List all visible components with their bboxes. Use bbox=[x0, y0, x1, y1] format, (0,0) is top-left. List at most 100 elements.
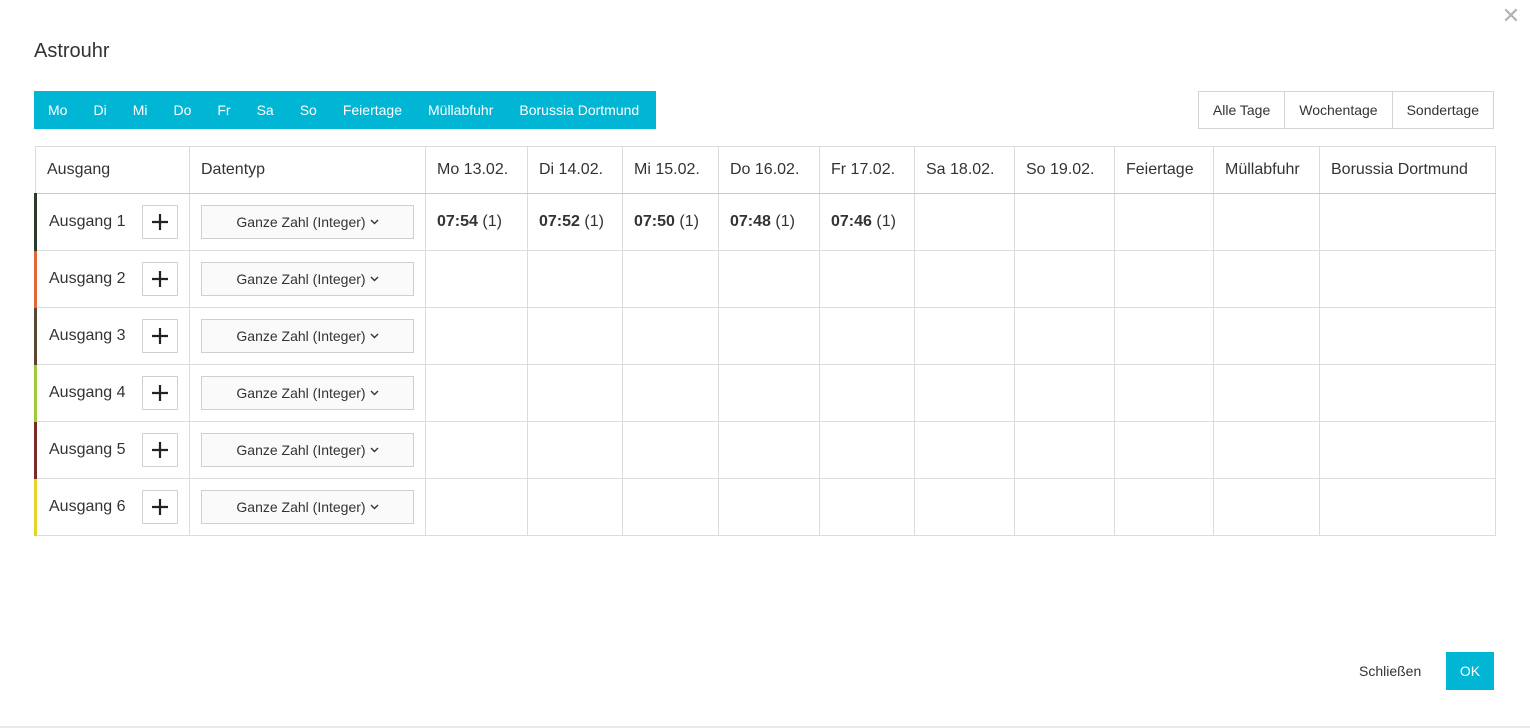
day-tab[interactable]: So bbox=[287, 91, 330, 129]
schedule-cell[interactable] bbox=[622, 250, 719, 308]
schedule-cell[interactable] bbox=[819, 421, 915, 479]
add-entry-button[interactable] bbox=[142, 319, 178, 353]
schedule-cell[interactable] bbox=[1319, 421, 1496, 479]
output-cell: Ausgang 5 bbox=[34, 421, 190, 479]
schedule-cell[interactable] bbox=[1213, 307, 1320, 365]
special-days-button[interactable]: Sondertage bbox=[1391, 92, 1493, 128]
schedule-cell[interactable] bbox=[1213, 421, 1320, 479]
add-entry-button[interactable] bbox=[142, 433, 178, 467]
schedule-cell[interactable] bbox=[1014, 193, 1115, 251]
schedule-cell[interactable] bbox=[914, 250, 1015, 308]
schedule-cell[interactable] bbox=[622, 307, 719, 365]
close-icon[interactable]: ✕ bbox=[1501, 5, 1521, 27]
day-tab[interactable]: Mo bbox=[35, 91, 80, 129]
schedule-cell[interactable] bbox=[914, 364, 1015, 422]
datatype-select[interactable]: Ganze Zahl (Integer) bbox=[201, 205, 414, 239]
schedule-cell[interactable] bbox=[914, 478, 1015, 536]
schedule-cell[interactable] bbox=[718, 250, 820, 308]
column-header: Ausgang bbox=[35, 146, 190, 194]
schedule-cell[interactable] bbox=[527, 307, 623, 365]
datatype-select[interactable]: Ganze Zahl (Integer) bbox=[201, 319, 414, 353]
schedule-cell[interactable] bbox=[425, 364, 528, 422]
day-tab[interactable]: Müllabfuhr bbox=[415, 91, 506, 129]
datatype-select[interactable]: Ganze Zahl (Integer) bbox=[201, 490, 414, 524]
switch-count: (1) bbox=[482, 213, 502, 230]
schedule-cell[interactable] bbox=[1014, 421, 1115, 479]
datatype-select[interactable]: Ganze Zahl (Integer) bbox=[201, 376, 414, 410]
table-row: Ausgang 4 Ganze Zahl (Integer) bbox=[34, 364, 1496, 422]
all-days-button[interactable]: Alle Tage bbox=[1198, 92, 1285, 128]
schedule-cell[interactable] bbox=[527, 250, 623, 308]
schedule-cell[interactable] bbox=[1319, 250, 1496, 308]
schedule-cell[interactable] bbox=[1014, 307, 1115, 365]
day-tab[interactable]: Borussia Dortmund bbox=[506, 91, 652, 129]
chevron-down-icon bbox=[370, 333, 379, 339]
add-entry-button[interactable] bbox=[142, 262, 178, 296]
weekdays-button[interactable]: Wochentage bbox=[1284, 92, 1392, 128]
day-tab[interactable]: Mi bbox=[120, 91, 161, 129]
day-tab[interactable]: Sa bbox=[244, 91, 287, 129]
day-tab[interactable]: Di bbox=[80, 91, 119, 129]
schedule-cell[interactable] bbox=[1014, 364, 1115, 422]
schedule-cell[interactable] bbox=[1319, 478, 1496, 536]
schedule-cell[interactable] bbox=[819, 250, 915, 308]
schedule-cell[interactable]: 07:46 (1) bbox=[819, 193, 915, 251]
schedule-cell[interactable] bbox=[718, 421, 820, 479]
day-tab[interactable]: Do bbox=[160, 91, 204, 129]
schedule-cell[interactable] bbox=[1114, 250, 1214, 308]
schedule-cell[interactable] bbox=[1319, 193, 1496, 251]
schedule-cell[interactable] bbox=[718, 478, 820, 536]
schedule-cell[interactable]: 07:54 (1) bbox=[425, 193, 528, 251]
schedule-cell[interactable] bbox=[425, 250, 528, 308]
schedule-cell[interactable] bbox=[718, 364, 820, 422]
schedule-cell[interactable]: 07:48 (1) bbox=[718, 193, 820, 251]
ok-button[interactable]: OK bbox=[1446, 652, 1494, 690]
schedule-cell[interactable] bbox=[718, 307, 820, 365]
schedule-cell[interactable] bbox=[527, 421, 623, 479]
schedule-cell[interactable] bbox=[1114, 193, 1214, 251]
add-entry-button[interactable] bbox=[142, 376, 178, 410]
schedule-cell[interactable]: 07:50 (1) bbox=[622, 193, 719, 251]
schedule-cell[interactable] bbox=[527, 478, 623, 536]
schedule-cell[interactable] bbox=[819, 478, 915, 536]
schedule-cell[interactable]: 07:52 (1) bbox=[527, 193, 623, 251]
schedule-cell[interactable] bbox=[622, 364, 719, 422]
plus-icon bbox=[152, 385, 168, 401]
close-button[interactable]: Schließen bbox=[1345, 652, 1435, 690]
datatype-cell: Ganze Zahl (Integer) bbox=[189, 307, 426, 365]
column-header: Müllabfuhr bbox=[1213, 146, 1320, 194]
schedule-cell[interactable] bbox=[622, 478, 719, 536]
schedule-cell[interactable] bbox=[1014, 250, 1115, 308]
schedule-cell[interactable] bbox=[1319, 364, 1496, 422]
schedule-cell[interactable] bbox=[425, 478, 528, 536]
schedule-cell[interactable] bbox=[914, 421, 1015, 479]
schedule-cell[interactable] bbox=[1213, 364, 1320, 422]
chevron-down-icon bbox=[370, 504, 379, 510]
add-entry-button[interactable] bbox=[142, 490, 178, 524]
schedule-cell[interactable] bbox=[1213, 478, 1320, 536]
day-tab[interactable]: Feiertage bbox=[330, 91, 415, 129]
schedule-cell[interactable] bbox=[1114, 307, 1214, 365]
schedule-cell[interactable] bbox=[1319, 307, 1496, 365]
add-entry-button[interactable] bbox=[142, 205, 178, 239]
schedule-cell[interactable] bbox=[1213, 193, 1320, 251]
schedule-cell[interactable] bbox=[1014, 478, 1115, 536]
schedule-cell[interactable] bbox=[425, 307, 528, 365]
schedule-cell[interactable] bbox=[1213, 250, 1320, 308]
table-header-row: Ausgang Datentyp Mo 13.02. Di 14.02. Mi 15.0… bbox=[35, 146, 1496, 194]
schedule-cell[interactable] bbox=[914, 307, 1015, 365]
schedule-cell[interactable] bbox=[1114, 364, 1214, 422]
schedule-cell[interactable] bbox=[1114, 478, 1214, 536]
schedule-cell[interactable] bbox=[819, 364, 915, 422]
schedule-cell[interactable] bbox=[527, 364, 623, 422]
datatype-select[interactable]: Ganze Zahl (Integer) bbox=[201, 262, 414, 296]
table-row: Ausgang 5 Ganze Zahl (Integer) bbox=[34, 421, 1496, 479]
schedule-cell[interactable] bbox=[914, 193, 1015, 251]
schedule-cell[interactable] bbox=[1114, 421, 1214, 479]
output-label: Ausgang 2 bbox=[49, 270, 126, 287]
datatype-select[interactable]: Ganze Zahl (Integer) bbox=[201, 433, 414, 467]
schedule-cell[interactable] bbox=[425, 421, 528, 479]
day-tab[interactable]: Fr bbox=[204, 91, 243, 129]
schedule-cell[interactable] bbox=[819, 307, 915, 365]
schedule-cell[interactable] bbox=[622, 421, 719, 479]
